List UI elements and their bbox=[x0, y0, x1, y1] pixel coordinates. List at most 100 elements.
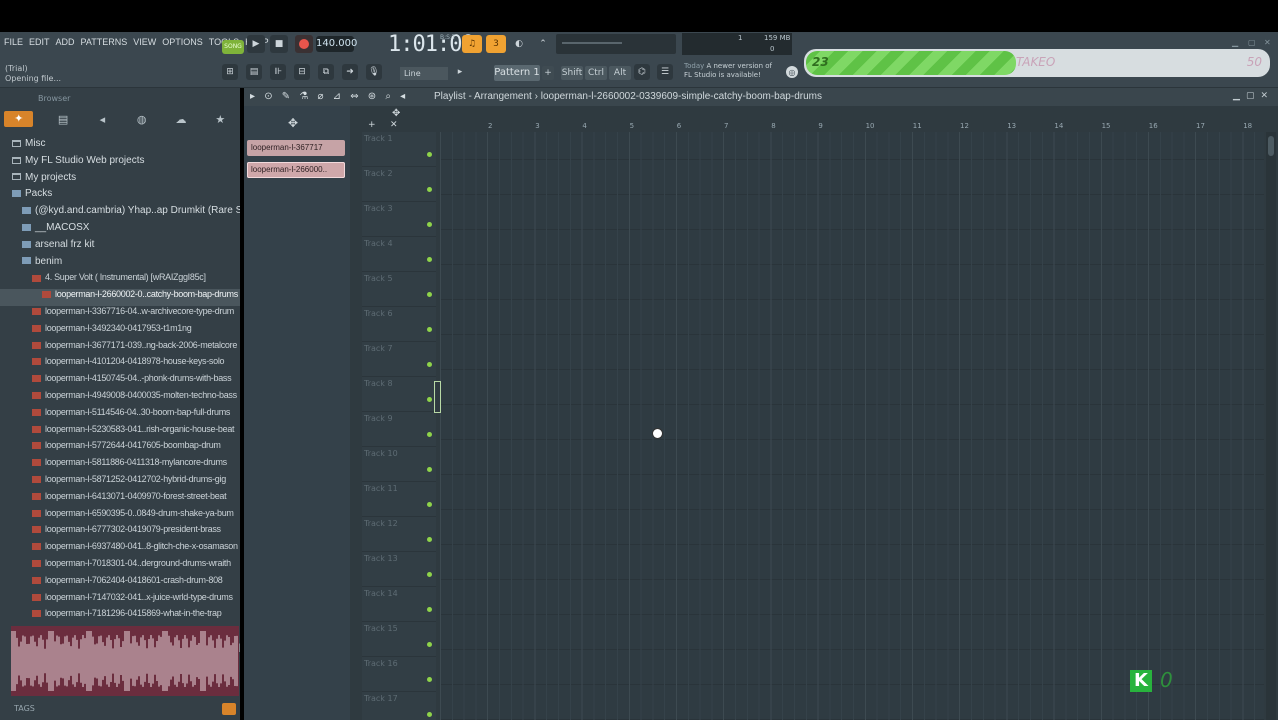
shift-key-toggle[interactable]: Shift bbox=[561, 66, 583, 80]
browser-all-tab[interactable]: ✦ bbox=[4, 111, 34, 127]
minimize-icon[interactable]: ▁ bbox=[1232, 38, 1238, 47]
move-icon[interactable]: ✥ bbox=[288, 116, 298, 130]
track-header[interactable]: Track 15 bbox=[362, 622, 436, 657]
track-mute-led[interactable] bbox=[427, 502, 432, 507]
browser-file-item[interactable]: looperman-l-6777302-0419079-president-br… bbox=[0, 524, 240, 541]
track-mute-led[interactable] bbox=[427, 537, 432, 542]
plugin-picker-button[interactable]: ⧉ bbox=[318, 64, 334, 80]
track-mute-led[interactable] bbox=[427, 572, 432, 577]
track-mute-led[interactable] bbox=[427, 152, 432, 157]
wait-input-button[interactable]: ◐ bbox=[510, 35, 528, 53]
close-icon[interactable]: ✕ bbox=[1264, 38, 1271, 47]
track-mute-led[interactable] bbox=[427, 292, 432, 297]
browser-file-item[interactable]: looperman-l-6937480-041..8-glitch-che-x-… bbox=[0, 541, 240, 558]
vertical-scrollbar[interactable] bbox=[1266, 132, 1276, 720]
countdown-button[interactable]: 3 bbox=[486, 35, 506, 53]
track-mute-led[interactable] bbox=[427, 222, 432, 227]
browser-file-item[interactable]: looperman-l-3367716-04..w-archivecore-ty… bbox=[0, 306, 240, 323]
sample-waveform-preview[interactable] bbox=[11, 626, 239, 696]
track-header[interactable]: Track 6 bbox=[362, 307, 436, 342]
pattern-selector[interactable]: Pattern 1 bbox=[494, 65, 540, 81]
track-mute-led[interactable] bbox=[427, 432, 432, 437]
menu-file[interactable]: FILE bbox=[4, 37, 23, 47]
song-mode-toggle[interactable]: SONG bbox=[222, 40, 244, 54]
track-header[interactable]: Track 14 bbox=[362, 587, 436, 622]
browser-file-item[interactable]: looperman-l-2660002-0..catchy-boom-bap-d… bbox=[0, 289, 240, 306]
browser-plugins-tab[interactable]: ◂ bbox=[83, 113, 122, 126]
track-header[interactable]: Track 2 bbox=[362, 167, 436, 202]
browser-files-tab[interactable]: ▤ bbox=[43, 113, 82, 126]
track-mute-led[interactable] bbox=[427, 642, 432, 647]
browser-file-item[interactable]: looperman-l-7062404-0418601-crash-drum-8… bbox=[0, 575, 240, 592]
loop-record-button[interactable]: ⌃ bbox=[534, 35, 552, 53]
track-header[interactable]: Track 1 bbox=[362, 132, 436, 167]
add-pattern-button[interactable]: + bbox=[542, 66, 554, 80]
arrangement-grid[interactable] bbox=[440, 132, 1264, 720]
alt-key-toggle[interactable]: Alt bbox=[609, 66, 631, 80]
track-mute-led[interactable] bbox=[427, 677, 432, 682]
news-icon[interactable]: ◎ bbox=[786, 66, 798, 78]
track-mute-led[interactable] bbox=[427, 712, 432, 717]
play-button[interactable]: ▶ bbox=[247, 35, 265, 53]
track-mute-led[interactable] bbox=[427, 257, 432, 262]
browser-file-item[interactable]: looperman-l-5230583-041..rish-organic-ho… bbox=[0, 424, 240, 441]
ctrl-key-toggle[interactable]: Ctrl bbox=[585, 66, 607, 80]
browser-file-item[interactable]: looperman-l-7018301-04..derground-drums-… bbox=[0, 558, 240, 575]
menu-add[interactable]: ADD bbox=[56, 37, 75, 47]
browser-folder-item[interactable]: arsenal frz kit bbox=[0, 239, 240, 256]
browser-db-tab[interactable]: ◍ bbox=[122, 113, 161, 126]
scroll-thumb[interactable] bbox=[1268, 136, 1274, 156]
browser-file-item[interactable]: 4. Super Volt ( Instrumental) [wRAIZggI8… bbox=[0, 272, 240, 289]
typing-keyboard-button[interactable]: ⌬ bbox=[634, 64, 650, 80]
browser-file-item[interactable]: looperman-l-3677171-039..ng-back-2006-me… bbox=[0, 340, 240, 357]
browser-folder-item[interactable]: Packs bbox=[0, 188, 240, 205]
metronome-button[interactable]: ♫ bbox=[462, 35, 482, 53]
browser-file-item[interactable]: looperman-l-4949008-0400035-molten-techn… bbox=[0, 390, 240, 407]
snap-icon[interactable]: ✥ bbox=[392, 108, 400, 119]
track-mute-led[interactable] bbox=[427, 397, 432, 402]
browser-file-item[interactable]: looperman-l-5114546-04..30-boom-bap-full… bbox=[0, 407, 240, 424]
track-header[interactable]: Track 10 bbox=[362, 447, 436, 482]
track-mute-led[interactable] bbox=[427, 187, 432, 192]
browser-file-item[interactable]: looperman-l-5772644-0417605-boombap-drum bbox=[0, 440, 240, 457]
add-track-icon[interactable]: + bbox=[368, 120, 376, 130]
track-header[interactable]: Track 11 bbox=[362, 482, 436, 517]
track-header[interactable]: Track 9 bbox=[362, 412, 436, 447]
track-mute-led[interactable] bbox=[427, 327, 432, 332]
snap-mode-select[interactable]: Line bbox=[400, 67, 448, 80]
tempo-display[interactable]: 140.000 bbox=[316, 36, 357, 52]
browser-file-item[interactable]: looperman-l-4101204-0418978-house-keys-s… bbox=[0, 356, 240, 373]
track-header[interactable]: Track 7 bbox=[362, 342, 436, 377]
pattern-clip-1[interactable]: looperman-l-367717 bbox=[247, 140, 345, 156]
browser-file-item[interactable]: looperman-l-6590395-0..0849-drum-shake-y… bbox=[0, 508, 240, 525]
track-header[interactable]: Track 16 bbox=[362, 657, 436, 692]
browser-favorites-tab[interactable]: ★ bbox=[201, 113, 240, 126]
track-header[interactable]: Track 17 bbox=[362, 692, 436, 720]
song-position-display[interactable]: 1:01:00 bbox=[388, 32, 475, 57]
track-header[interactable]: Track 12 bbox=[362, 517, 436, 552]
menu-patterns[interactable]: PATTERNS bbox=[81, 37, 128, 47]
pattern-prev-button[interactable]: ▸ bbox=[454, 64, 466, 80]
browser-folder-item[interactable]: __MACOSX bbox=[0, 222, 240, 239]
browser-folder-item[interactable]: benim bbox=[0, 256, 240, 273]
browser-file-item[interactable]: looperman-l-4150745-04..-phonk-drums-wit… bbox=[0, 373, 240, 390]
playlist-window-button[interactable]: ⊞ bbox=[222, 64, 238, 80]
timeline-ruler[interactable]: 2 3 4 5 6 7 8 9 10 11 12 13 14 15 16 17 18 bbox=[440, 122, 1270, 132]
channel-rack-button[interactable]: ⊪ bbox=[270, 64, 286, 80]
browser-file-item[interactable]: looperman-l-5811886-0411318-mylancore-dr… bbox=[0, 457, 240, 474]
track-header[interactable]: Track 13 bbox=[362, 552, 436, 587]
browser-file-item[interactable]: looperman-l-3492340-0417953-t1m1ng bbox=[0, 323, 240, 340]
browser-file-item[interactable]: looperman-l-6413071-0409970-forest-stree… bbox=[0, 491, 240, 508]
track-mute-led[interactable] bbox=[427, 607, 432, 612]
track-header[interactable]: Track 5 bbox=[362, 272, 436, 307]
pattern-clip-2[interactable]: looperman-l-266000.. bbox=[247, 162, 345, 178]
track-mute-led[interactable] bbox=[427, 467, 432, 472]
search-icon[interactable] bbox=[222, 703, 236, 715]
track-header[interactable]: Track 4 bbox=[362, 237, 436, 272]
update-notice[interactable]: Today A newer version of FL Studio is av… bbox=[684, 62, 772, 80]
browser-folder-item[interactable]: My FL Studio Web projects bbox=[0, 155, 240, 172]
piano-roll-button[interactable]: ▤ bbox=[246, 64, 262, 80]
browser-folder-item[interactable]: My projects bbox=[0, 172, 240, 189]
menu-view[interactable]: VIEW bbox=[133, 37, 156, 47]
arrow-button[interactable]: ➜ bbox=[342, 64, 358, 80]
